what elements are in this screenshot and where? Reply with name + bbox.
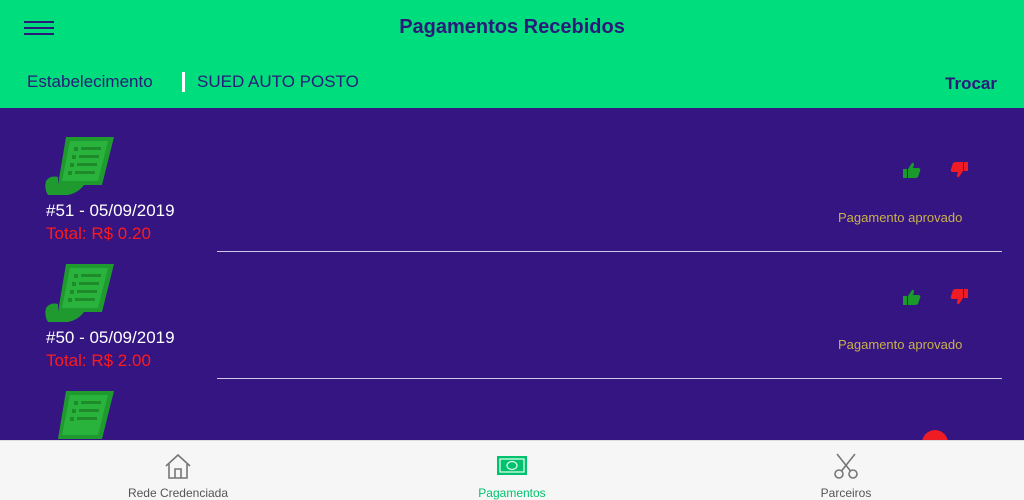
payment-item-partial[interactable] bbox=[0, 362, 1024, 440]
tab-label: Pagamentos bbox=[478, 486, 546, 500]
establishment-label: Estabelecimento bbox=[27, 72, 153, 91]
payment-id-date: #50 - 05/09/2019 bbox=[46, 328, 175, 347]
page-title: Pagamentos Recebidos bbox=[399, 16, 625, 38]
payment-item[interactable]: #51 - 05/09/2019 Total: R$ 0.20 Pagament… bbox=[0, 108, 1024, 252]
establishment-row: Estabelecimento SUED AUTO POSTO Trocar bbox=[0, 70, 1024, 96]
home-icon bbox=[165, 453, 191, 479]
change-establishment-button[interactable]: Trocar bbox=[945, 74, 997, 94]
top-bar: Pagamentos Recebidos Estabelecimento SUE… bbox=[0, 0, 1024, 108]
establishment-separator bbox=[182, 72, 185, 92]
tab-label: Parceiros bbox=[820, 486, 872, 500]
thumbs-up-icon[interactable] bbox=[903, 289, 921, 305]
tab-label: Rede Credenciada bbox=[127, 486, 229, 500]
thumbs-down-icon[interactable] bbox=[950, 162, 968, 178]
tab-parceiros[interactable]: Parceiros bbox=[746, 441, 946, 500]
thumbs-up-icon[interactable] bbox=[903, 162, 921, 178]
money-icon bbox=[497, 456, 527, 475]
payment-id-date: #51 - 05/09/2019 bbox=[46, 201, 175, 220]
payment-item[interactable]: #50 - 05/09/2019 Total: R$ 2.00 Pagament… bbox=[0, 235, 1024, 379]
bottom-navigation: Rede Credenciada Pagamentos Parceiros bbox=[0, 440, 1024, 500]
tab-pagamentos[interactable]: Pagamentos bbox=[412, 441, 612, 500]
receipt-icon bbox=[45, 264, 114, 322]
receipt-icon bbox=[58, 391, 114, 439]
establishment-name: SUED AUTO POSTO bbox=[197, 72, 359, 91]
payment-status: Pagamento aprovado bbox=[838, 210, 963, 225]
tab-rede-credenciada[interactable]: Rede Credenciada bbox=[78, 441, 278, 500]
receipt-icon bbox=[45, 137, 114, 195]
thumbs-down-icon[interactable] bbox=[950, 289, 968, 305]
payment-status: Pagamento aprovado bbox=[838, 337, 963, 352]
scissors-icon bbox=[834, 453, 858, 479]
payments-list[interactable]: #51 - 05/09/2019 Total: R$ 0.20 Pagament… bbox=[0, 108, 1024, 440]
